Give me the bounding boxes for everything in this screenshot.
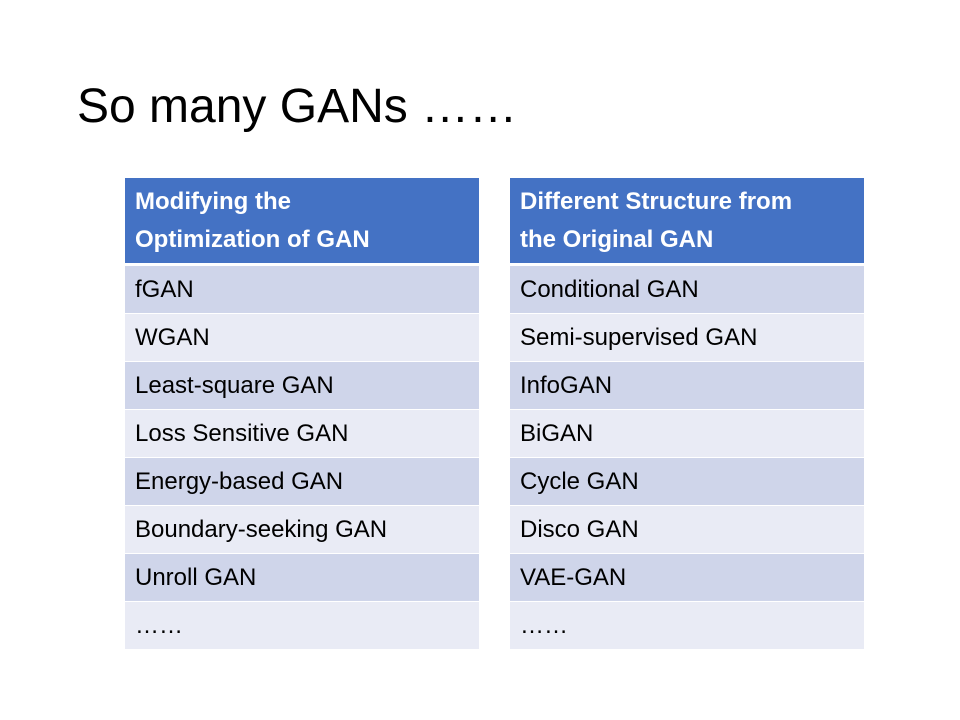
table-cell: Least-square GAN bbox=[125, 362, 479, 410]
table-cell: VAE-GAN bbox=[510, 554, 864, 602]
header-line: the Original GAN bbox=[520, 226, 714, 253]
table-row: InfoGAN bbox=[510, 362, 864, 410]
optimization-gans-table: Modifying the Optimization of GAN fGAN W… bbox=[125, 178, 479, 650]
table-cell: Energy-based GAN bbox=[125, 458, 479, 506]
table-row: Energy-based GAN bbox=[125, 458, 479, 506]
structure-gans-table: Different Structure from the Original GA… bbox=[510, 178, 864, 650]
header-line: Different Structure from bbox=[520, 188, 793, 215]
table-cell: Unroll GAN bbox=[125, 554, 479, 602]
table-cell: WGAN bbox=[125, 314, 479, 362]
table-row: fGAN bbox=[125, 266, 479, 314]
table-row: BiGAN bbox=[510, 410, 864, 458]
table-row: …… bbox=[125, 602, 479, 650]
table-cell: Loss Sensitive GAN bbox=[125, 410, 479, 458]
slide-title: So many GANs …… bbox=[77, 80, 518, 133]
table-cell: Disco GAN bbox=[510, 506, 864, 554]
header-line: Optimization of GAN bbox=[135, 226, 370, 253]
header-line: Modifying the bbox=[135, 188, 291, 215]
table-header-row: Modifying the Optimization of GAN bbox=[125, 178, 479, 266]
table-header: Modifying the Optimization of GAN bbox=[125, 178, 479, 266]
table-cell: fGAN bbox=[125, 266, 479, 314]
table-row: …… bbox=[510, 602, 864, 650]
table-row: Least-square GAN bbox=[125, 362, 479, 410]
table-cell: BiGAN bbox=[510, 410, 864, 458]
table-cell: …… bbox=[510, 602, 864, 650]
table-cell: Conditional GAN bbox=[510, 266, 864, 314]
table-row: Conditional GAN bbox=[510, 266, 864, 314]
table-row: Boundary-seeking GAN bbox=[125, 506, 479, 554]
table-cell: InfoGAN bbox=[510, 362, 864, 410]
table-cell: Semi-supervised GAN bbox=[510, 314, 864, 362]
table-row: Cycle GAN bbox=[510, 458, 864, 506]
table-header: Different Structure from the Original GA… bbox=[510, 178, 864, 266]
table-header-row: Different Structure from the Original GA… bbox=[510, 178, 864, 266]
table-row: Loss Sensitive GAN bbox=[125, 410, 479, 458]
table-row: WGAN bbox=[125, 314, 479, 362]
table-row: VAE-GAN bbox=[510, 554, 864, 602]
table-row: Disco GAN bbox=[510, 506, 864, 554]
table-cell: Cycle GAN bbox=[510, 458, 864, 506]
table-row: Semi-supervised GAN bbox=[510, 314, 864, 362]
table-row: Unroll GAN bbox=[125, 554, 479, 602]
table-cell: …… bbox=[125, 602, 479, 650]
table-cell: Boundary-seeking GAN bbox=[125, 506, 479, 554]
